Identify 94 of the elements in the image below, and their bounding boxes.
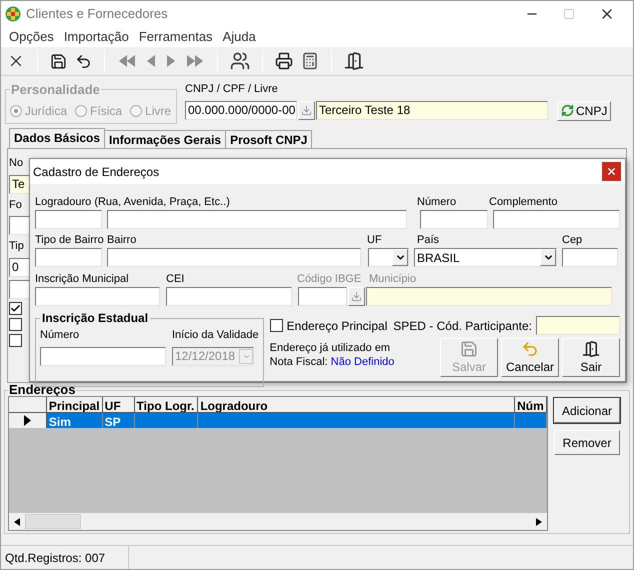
input-field[interactable] (562, 248, 618, 267)
save-icon[interactable] (50, 52, 67, 70)
document-field[interactable]: 00.000.000/0000-00 (185, 101, 297, 120)
radio-label: Jurídica (25, 102, 68, 120)
input-field[interactable] (35, 287, 160, 306)
close-button[interactable] (602, 162, 621, 181)
field-label: Tipo de Bairro (35, 234, 104, 246)
menu-item[interactable]: Opções (4, 27, 59, 47)
cancel-button[interactable]: Cancelar (501, 338, 559, 377)
input-field[interactable] (40, 346, 166, 366)
save-icon (460, 340, 478, 358)
field-label: No (9, 156, 24, 171)
next-arrow-icon[interactable] (185, 53, 205, 69)
checkbox[interactable] (9, 302, 22, 314)
remove-button[interactable]: Remover (554, 430, 620, 455)
country-select[interactable]: BRASIL (414, 248, 557, 267)
field-label: Número (40, 328, 80, 343)
input-field[interactable] (492, 210, 620, 229)
row-pointer-icon (24, 415, 31, 426)
field-label: SPED - Cód. Participante: (393, 318, 532, 334)
input-field[interactable] (35, 248, 102, 267)
printer-icon[interactable] (275, 52, 293, 70)
checkbox[interactable] (270, 319, 283, 332)
field-label: Fo (9, 198, 22, 212)
field-label: Município (369, 272, 416, 286)
previous-arrow-icon[interactable] (145, 53, 157, 69)
radio-button[interactable] (75, 104, 88, 116)
field-label: Complemento (489, 194, 558, 210)
field-label: CNPJ / CPF / Livre (185, 82, 279, 97)
input-field[interactable] (298, 287, 347, 306)
add-button[interactable]: Adicionar (554, 398, 620, 423)
radio-button[interactable] (130, 104, 142, 116)
input-field[interactable] (106, 210, 408, 229)
download-icon[interactable] (298, 101, 315, 120)
radio-label: Física (90, 102, 122, 120)
next-arrow-icon[interactable] (165, 53, 177, 69)
field-label: Logradouro (Rua, Avenida, Praça, Etc..) (35, 196, 230, 208)
field-label: CEI (166, 272, 184, 284)
cnpj-button[interactable]: CNPJ (557, 100, 612, 120)
field-label: Código IBGE (297, 272, 362, 284)
table-cell: SP (102, 413, 135, 428)
close-icon (606, 166, 617, 177)
horizontal-scrollbar[interactable] (9, 513, 547, 530)
field-label: Bairro (107, 234, 136, 246)
radio-label: Livre (145, 102, 172, 120)
field-label: País (417, 234, 440, 246)
group-title: Inscrição Estadual (41, 310, 150, 327)
tab[interactable]: Dados Básicos (9, 128, 106, 148)
checkbox[interactable] (9, 318, 22, 330)
menu-item[interactable]: Importação (58, 27, 134, 47)
table-row[interactable]: Sim SP (9, 413, 547, 428)
exit-button[interactable]: Sair (562, 338, 620, 377)
group-title: Personalidade (10, 81, 101, 99)
tab[interactable]: Prosoft CNPJ (225, 130, 312, 148)
undo-icon[interactable] (75, 52, 92, 70)
people-search-icon[interactable] (230, 51, 250, 71)
window-title: Clientes e Fornecedores (26, 5, 168, 24)
status-bar-panel: Qtd.Registros: 007 (1, 546, 129, 569)
undo-icon (521, 340, 539, 358)
radio-button[interactable] (10, 104, 22, 116)
participant-code-field[interactable] (536, 316, 620, 335)
input-field[interactable] (420, 210, 488, 229)
refresh-icon (561, 104, 574, 117)
scroll-left-icon[interactable] (14, 518, 20, 526)
menu-item[interactable]: Ferramentas (134, 27, 218, 47)
input-field[interactable] (107, 248, 361, 267)
scroll-right-icon[interactable] (536, 518, 542, 526)
calculator-icon[interactable] (301, 52, 319, 70)
name-field[interactable]: Terceiro Teste 18 (316, 101, 548, 120)
usage-status: Não Definido (330, 356, 394, 368)
tab[interactable]: Informações Gerais (104, 130, 226, 148)
door-icon (582, 340, 600, 358)
scrollbar-thumb[interactable] (25, 514, 81, 529)
field-label: Cep (562, 232, 582, 248)
usage-note: Endereço já utilizado em Nota Fiscal: Não Definido (270, 341, 396, 370)
download-icon[interactable] (348, 287, 365, 306)
menu-item[interactable]: Ajuda (218, 27, 261, 47)
door-icon[interactable] (344, 51, 364, 71)
input-field[interactable] (166, 287, 292, 306)
table-cell: Sim (46, 413, 103, 428)
field-label: Início da Validade (172, 328, 259, 343)
field-label: Número (417, 196, 456, 208)
app-logo-icon (5, 6, 21, 22)
field-label: Tip (9, 239, 24, 254)
municipality-field[interactable] (366, 287, 612, 306)
checkbox[interactable] (9, 334, 22, 346)
group-title: Endereços (8, 384, 76, 396)
input-field[interactable] (35, 210, 102, 229)
state-select[interactable] (368, 248, 409, 267)
previous-arrow-icon[interactable] (117, 53, 137, 69)
field-label: Inscrição Municipal (35, 272, 129, 284)
field-label: UF (367, 234, 382, 246)
dialog-title: Cadastro de Endereços (33, 164, 160, 180)
checkbox-label: Endereço Principal (286, 318, 388, 334)
